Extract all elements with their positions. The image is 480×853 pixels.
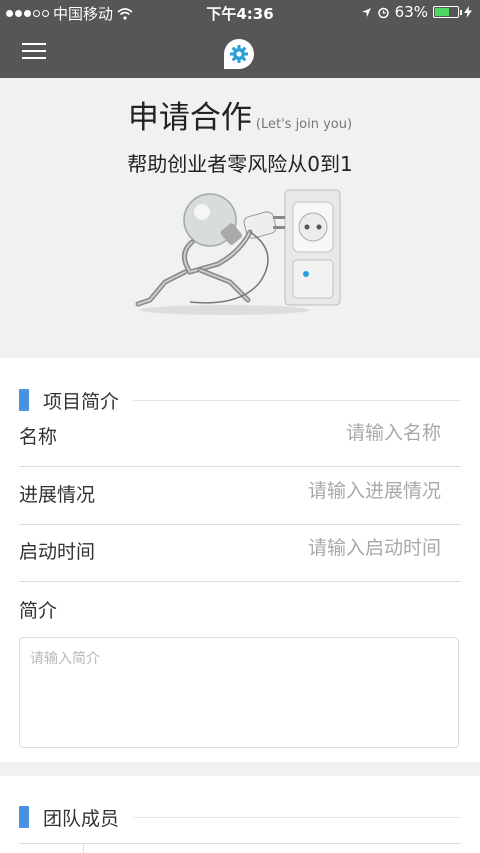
nav-bar bbox=[0, 24, 480, 78]
status-bar: 中国移动 下午4:36 63% bbox=[0, 0, 480, 24]
alarm-icon bbox=[377, 7, 389, 18]
start-time-label: 启动时间 bbox=[19, 541, 96, 563]
lightbulb-robot-plug-illustration bbox=[135, 189, 341, 315]
hamburger-icon[interactable] bbox=[22, 43, 46, 61]
intro-textarea[interactable] bbox=[19, 637, 459, 748]
name-input[interactable] bbox=[221, 422, 441, 444]
title-main: 申请合作 bbox=[127, 100, 252, 136]
team-card: 团队成员 bbox=[0, 776, 480, 853]
name-row: 名称 bbox=[19, 410, 461, 467]
progress-input[interactable] bbox=[221, 480, 441, 502]
section-divider bbox=[133, 816, 461, 818]
status-right: 63% bbox=[361, 3, 472, 21]
page-title: 申请合作 (Let's join you) bbox=[0, 92, 480, 137]
location-icon bbox=[361, 7, 371, 17]
progress-label: 进展情况 bbox=[19, 484, 96, 506]
battery-fill bbox=[435, 8, 449, 16]
charging-icon bbox=[464, 6, 472, 18]
battery-icon bbox=[433, 6, 462, 18]
section-divider bbox=[133, 399, 461, 401]
team-section-title: 团队成员 bbox=[43, 807, 120, 830]
start-time-row: 启动时间 bbox=[19, 525, 461, 582]
project-form-card: 项目简介 名称 进展情况 启动时间 简介 bbox=[0, 358, 480, 762]
team-section-header: 团队成员 bbox=[19, 805, 461, 830]
progress-row: 进展情况 bbox=[19, 468, 461, 525]
team-table-divider bbox=[83, 844, 84, 853]
gear-logo-icon[interactable] bbox=[224, 39, 254, 69]
section-accent-bar bbox=[19, 389, 29, 411]
start-time-input[interactable] bbox=[221, 537, 441, 559]
name-label: 名称 bbox=[19, 426, 58, 448]
hero-banner: 申请合作 (Let's join you) 帮助创业者零风险从0到1 bbox=[0, 78, 480, 358]
section-accent-bar bbox=[19, 806, 29, 828]
team-table bbox=[19, 843, 461, 853]
project-section-header: 项目简介 bbox=[19, 388, 461, 413]
page-subtitle: 帮助创业者零风险从0到1 bbox=[127, 152, 353, 176]
battery-percent: 63% bbox=[394, 3, 428, 21]
intro-label: 简介 bbox=[19, 600, 58, 622]
title-english: (Let's join you) bbox=[255, 117, 353, 132]
